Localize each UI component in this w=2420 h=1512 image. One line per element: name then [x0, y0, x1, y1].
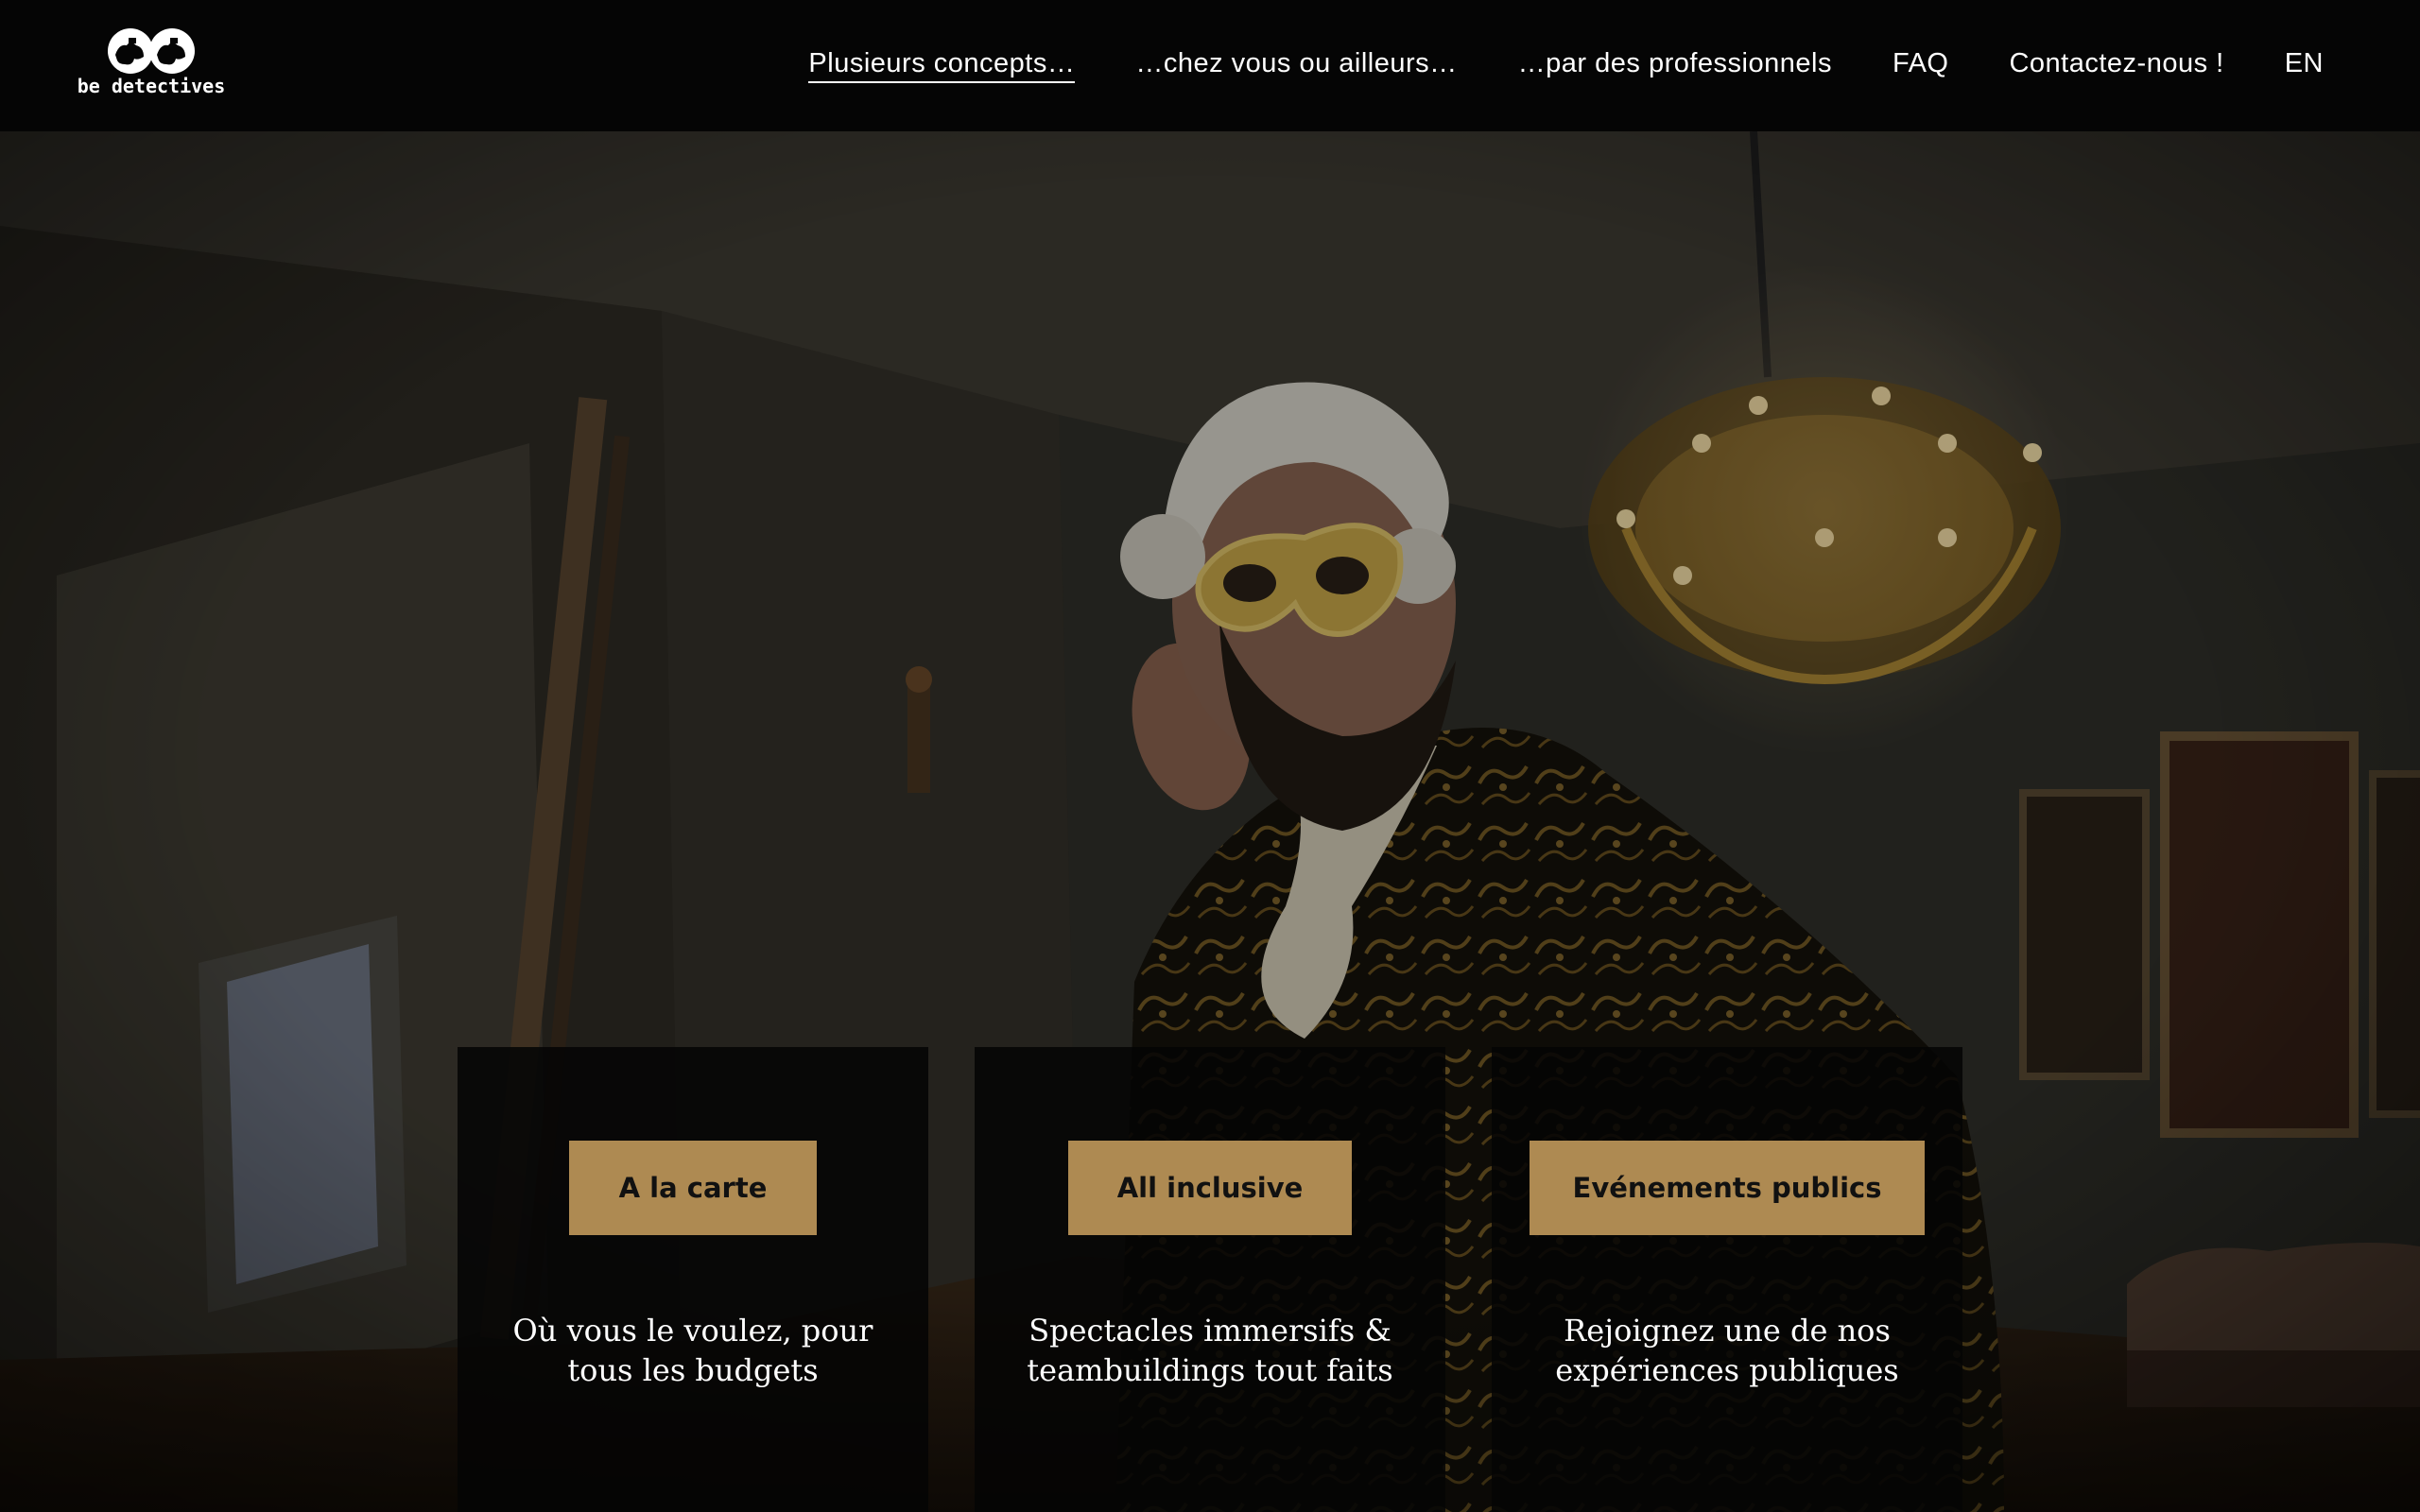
concept-card-all-inclusive: All inclusive Spectacles immersifs & tea…	[975, 1047, 1445, 1512]
a-la-carte-button[interactable]: A la carte	[569, 1141, 817, 1235]
nav-item-faq[interactable]: FAQ	[1893, 48, 1949, 83]
two-detective-heads-logo-icon	[108, 28, 195, 74]
nav-item-professionals[interactable]: …par des professionnels	[1518, 48, 1832, 83]
all-inclusive-description: Spectacles immersifs & teambuildings tou…	[1027, 1313, 1393, 1388]
brand-name: be detectives	[77, 75, 226, 97]
a-la-carte-description: Où vous le voulez, pour tous les budgets	[512, 1313, 873, 1388]
evenements-publics-description: Rejoignez une de nos expériences publiqu…	[1555, 1313, 1899, 1388]
site-header: be detectives Plusieurs concepts… …chez …	[0, 0, 2420, 131]
page: be detectives Plusieurs concepts… …chez …	[0, 0, 2420, 1512]
nav-item-concepts[interactable]: Plusieurs concepts…	[808, 48, 1076, 83]
brand-logo-link[interactable]: be detectives	[76, 26, 227, 102]
concept-card-evenements-publics: Evénements publics Rejoignez une de nos …	[1492, 1047, 1962, 1512]
main-nav: Plusieurs concepts… …chez vous ou ailleu…	[808, 0, 2324, 131]
nav-item-language-en[interactable]: EN	[2285, 48, 2324, 83]
nav-item-locations[interactable]: …chez vous ou ailleurs…	[1135, 48, 1457, 83]
all-inclusive-button[interactable]: All inclusive	[1068, 1141, 1352, 1235]
concept-card-a-la-carte: A la carte Où vous le voulez, pour tous …	[458, 1047, 928, 1512]
nav-item-contact[interactable]: Contactez-nous !	[2009, 48, 2223, 83]
evenements-publics-button[interactable]: Evénements publics	[1530, 1141, 1925, 1235]
